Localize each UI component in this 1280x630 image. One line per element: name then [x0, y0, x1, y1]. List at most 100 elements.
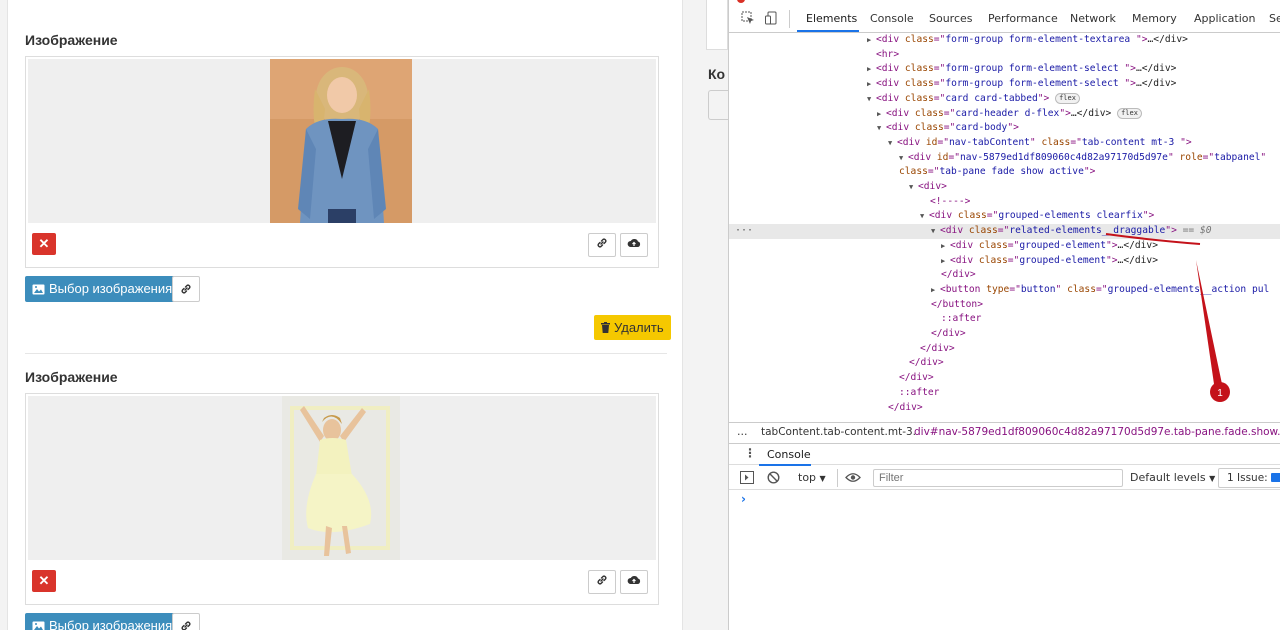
image-link-button-2[interactable]: [588, 570, 616, 594]
image-link-button-1[interactable]: [588, 233, 616, 257]
inspect-element-icon[interactable]: [741, 11, 755, 25]
image-upload-button-1[interactable]: [620, 233, 648, 257]
dom-close-tag[interactable]: </div>: [931, 327, 966, 342]
dom-tag: div: [955, 239, 974, 251]
tab-application[interactable]: Application: [1194, 12, 1255, 25]
dom-node[interactable]: ▶ <div class="card-header d-flex">…</div>…: [877, 107, 1142, 122]
photo-woman-denim-jacket[interactable]: [270, 59, 412, 223]
issue-icon: [1271, 473, 1280, 482]
dom-attr-value: form-group form-element-textarea: [945, 34, 1136, 45]
issues-button[interactable]: 1 Issue:: [1218, 468, 1280, 488]
dom-attr: class: [978, 254, 1008, 266]
dom-node-continuation[interactable]: class="tab-pane fade show active">: [899, 165, 1095, 180]
dom-attr-value: tab-content mt-3: [1081, 136, 1181, 148]
image-url-button-1[interactable]: [172, 276, 200, 302]
dom-tag: div: [913, 151, 932, 163]
side-card-label: Ко: [708, 66, 726, 82]
log-levels-label: Default levels: [1130, 471, 1206, 484]
error-indicator: [737, 0, 745, 3]
dom-comment[interactable]: <!---->: [930, 195, 970, 210]
eye-icon[interactable]: [845, 472, 861, 483]
dom-close-tag[interactable]: </div>: [899, 371, 934, 386]
dom-pseudo-element[interactable]: ::after: [941, 312, 981, 327]
device-toolbar-icon[interactable]: [765, 11, 779, 25]
devtools-tab-bar: Elements Console Sources Performance Net…: [729, 0, 1280, 33]
image-upload-button-2[interactable]: [620, 570, 648, 594]
dom-attr: role: [1179, 151, 1203, 163]
flex-badge[interactable]: flex: [1055, 92, 1080, 104]
log-levels-dropdown[interactable]: Default levels ▼: [1130, 471, 1215, 484]
flex-badge[interactable]: flex: [1117, 107, 1142, 119]
dom-node[interactable]: ▼ <div class="card card-tabbed"> flex: [867, 92, 1080, 107]
tab-more[interactable]: Se: [1269, 12, 1280, 25]
select-image-button-1[interactable]: Выбор изображения: [25, 276, 181, 302]
tab-sources[interactable]: Sources: [929, 12, 973, 25]
node-options-dots[interactable]: ···: [735, 224, 753, 239]
dom-node[interactable]: ▶ <div class="grouped-element">…</div>: [941, 239, 1158, 254]
dom-attr-value: grouped-elements clearfix: [998, 210, 1143, 222]
dom-attr-value: form-group form-element-select: [945, 78, 1125, 90]
clear-console-icon[interactable]: [767, 471, 780, 484]
dom-tail: …</div>: [1117, 254, 1158, 266]
sidebar-toggle-icon[interactable]: [740, 471, 754, 484]
dom-close-tag[interactable]: </div>: [888, 401, 923, 416]
breadcrumb-item[interactable]: tabContent.tab-content.mt-3.: [761, 426, 916, 438]
dom-pseudo-element[interactable]: ::after: [899, 386, 939, 401]
dom-node[interactable]: ▶ <div class="form-group form-element-sel…: [867, 77, 1176, 92]
dom-node[interactable]: ▼ <div>: [909, 180, 947, 195]
dom-attr: class: [904, 63, 934, 75]
dom-close-tag[interactable]: </div>: [941, 268, 976, 283]
dom-close-tag[interactable]: </button>: [931, 298, 983, 313]
dom-tag: div: [902, 136, 921, 148]
image-url-button-2[interactable]: [172, 613, 200, 630]
dom-node[interactable]: ▼ <div id="nav-tabContent" class="tab-con…: [888, 136, 1192, 151]
console-filter-input[interactable]: [873, 469, 1123, 487]
dom-node[interactable]: ▶ <button type="button" class="grouped-el…: [931, 283, 1269, 298]
dom-attr: class: [1041, 136, 1071, 148]
dom-tag: div: [881, 34, 900, 45]
dom-node[interactable]: ▼ <div id="nav-5879ed1df809060c4d82a97170…: [899, 151, 1266, 166]
image-field-1: ✕: [25, 56, 659, 268]
context-selector[interactable]: top ▼: [798, 471, 826, 484]
image-preview-2: [28, 396, 656, 560]
remove-image-button-2[interactable]: ✕: [32, 570, 56, 592]
delete-group-button[interactable]: Удалить: [594, 315, 671, 340]
devtools-panel: Elements Console Sources Performance Net…: [728, 0, 1280, 630]
tab-console[interactable]: Console: [870, 12, 914, 25]
dom-attr: class: [978, 239, 1008, 251]
dom-tag: hr: [881, 48, 894, 60]
dom-tag: div: [881, 78, 900, 90]
side-card-input[interactable]: [708, 90, 728, 120]
tab-network[interactable]: Network: [1070, 12, 1116, 25]
dom-close-tag[interactable]: </div>: [920, 342, 955, 357]
dom-node[interactable]: ▶ <div class="form-group form-element-sel…: [867, 62, 1176, 77]
remove-image-button-1[interactable]: ✕: [32, 233, 56, 255]
tab-memory[interactable]: Memory: [1132, 12, 1177, 25]
tab-elements[interactable]: Elements: [806, 12, 857, 25]
dom-node[interactable]: ▼ <div class="card-body">: [877, 121, 1019, 136]
photo-woman-yellow-dress[interactable]: [282, 396, 400, 560]
dom-node[interactable]: <hr>: [876, 48, 899, 63]
dom-node[interactable]: ▶ <div class="grouped-element">…</div>: [941, 254, 1158, 269]
drawer-tab-console[interactable]: Console: [767, 448, 811, 461]
select-image-label-1: Выбор изображения: [49, 281, 173, 296]
dom-node[interactable]: ▶ <div class="form-group form-element-tex…: [867, 33, 1188, 48]
drawer-menu-icon[interactable]: ⋮: [744, 446, 756, 460]
dom-close-tag[interactable]: </div>: [909, 356, 944, 371]
dom-node[interactable]: ▼ <div class="grouped-elements clearfix">: [920, 209, 1154, 224]
select-image-button-2[interactable]: Выбор изображения: [25, 613, 181, 630]
breadcrumb-overflow[interactable]: …: [737, 426, 748, 438]
chevron-down-icon: ▼: [1209, 474, 1216, 483]
dom-tail: …</div>: [1117, 239, 1158, 251]
tab-performance[interactable]: Performance: [988, 12, 1058, 25]
console-prompt[interactable]: ›: [741, 492, 746, 506]
dom-tag: div: [945, 225, 964, 237]
dom-node-selected[interactable]: ▼ <div class="related-elements__draggable…: [931, 224, 1212, 239]
image-field-2: ✕: [25, 393, 659, 605]
dom-attr-value: card card-tabbed: [945, 92, 1038, 104]
admin-panel: Изображение ✕ Выбор изображения Удалить …: [0, 0, 728, 630]
link-icon: [181, 284, 191, 294]
dom-attr-value: card-header d-flex: [955, 107, 1060, 119]
breadcrumb-item-active[interactable]: div#nav-5879ed1df809060c4d82a97170d5d97e…: [914, 426, 1280, 438]
form-card: Изображение ✕ Выбор изображения Удалить …: [7, 0, 683, 630]
